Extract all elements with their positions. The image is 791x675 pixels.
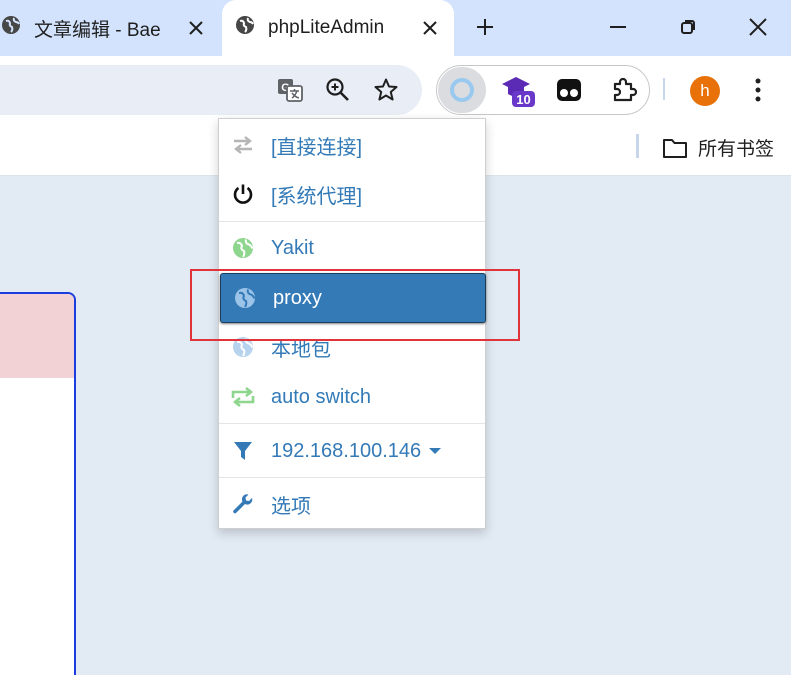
restore-button[interactable] <box>670 10 706 44</box>
menu-item-label: 192.168.100.146 <box>271 439 422 462</box>
zoom-icon[interactable] <box>320 72 356 108</box>
menu-item-rule-switch[interactable]: 192.168.100.146 <box>219 429 485 473</box>
menu-item-label: [直接连接] <box>271 136 363 159</box>
menu-divider <box>219 221 485 222</box>
menu-item-yakit[interactable]: Yakit <box>219 226 485 270</box>
chevron-down-icon <box>429 448 442 454</box>
menu-item-auto-switch[interactable]: auto switch <box>219 375 485 419</box>
repeat-icon <box>228 382 258 412</box>
all-bookmarks-button[interactable]: 所有书签 <box>662 134 774 161</box>
menu-item-label: 选项 <box>271 495 311 518</box>
folder-icon <box>663 138 687 158</box>
bookmark-star-icon[interactable] <box>368 72 404 108</box>
power-icon <box>228 179 258 209</box>
browser-toolbar: G 10 h <box>0 56 791 118</box>
wrench-icon <box>228 489 258 519</box>
new-tab-button[interactable] <box>470 12 500 42</box>
bookmarks-separator <box>636 134 639 158</box>
proxy-extension-button[interactable] <box>438 67 486 113</box>
close-window-button[interactable] <box>740 10 776 44</box>
menu-divider <box>219 423 485 424</box>
menu-item-local-pac[interactable]: 本地包 <box>219 325 485 369</box>
globe-icon <box>230 283 260 313</box>
tab-phpliteadmin[interactable]: phpLiteAdmin <box>222 0 454 56</box>
menu-item-proxy[interactable]: proxy <box>220 273 486 323</box>
menu-item-label: auto switch <box>271 385 372 408</box>
menu-item-label: proxy <box>273 286 322 309</box>
filter-icon <box>228 436 258 466</box>
tab-article-edit[interactable]: 文章编辑 - Bae <box>0 0 220 56</box>
menu-item-label: Yakit <box>271 236 314 259</box>
address-bar[interactable] <box>0 65 422 115</box>
globe-icon <box>234 14 256 42</box>
tab-strip: 文章编辑 - Bae phpLiteAdmin <box>0 0 791 56</box>
menu-item-label: [系统代理] <box>271 185 363 208</box>
more-menu-icon[interactable] <box>740 72 776 108</box>
menu-item-label: 本地包 <box>271 338 331 361</box>
extensions-puzzle-icon[interactable] <box>606 72 642 108</box>
minimize-button[interactable] <box>600 10 636 44</box>
globe-icon <box>0 14 22 42</box>
globe-icon <box>228 233 258 263</box>
menu-item-system-proxy[interactable]: [系统代理] <box>219 172 485 216</box>
menu-item-options[interactable]: 选项 <box>219 482 485 526</box>
globe-icon <box>228 332 258 362</box>
tab-title: 文章编辑 - Bae <box>34 19 161 41</box>
all-bookmarks-label: 所有书签 <box>698 139 775 160</box>
toolbar-separator <box>663 78 665 100</box>
card-header <box>0 294 74 378</box>
tab-title: phpLiteAdmin <box>268 17 385 38</box>
page-content-card <box>0 292 76 675</box>
swap-arrows-icon <box>228 130 258 160</box>
tampermonkey-icon[interactable] <box>551 72 587 108</box>
avatar[interactable]: h <box>690 76 720 106</box>
graduation-cap-icon[interactable]: 10 <box>500 72 536 108</box>
menu-item-direct[interactable]: [直接连接] <box>219 123 485 167</box>
close-icon[interactable] <box>180 12 212 44</box>
extension-badge: 10 <box>516 92 530 107</box>
menu-divider <box>219 477 485 478</box>
proxy-profile-menu: [直接连接] [系统代理] Yakit proxy 本地包 auto switc… <box>218 118 486 529</box>
close-icon[interactable] <box>414 12 446 44</box>
translate-icon[interactable]: G <box>272 72 308 108</box>
